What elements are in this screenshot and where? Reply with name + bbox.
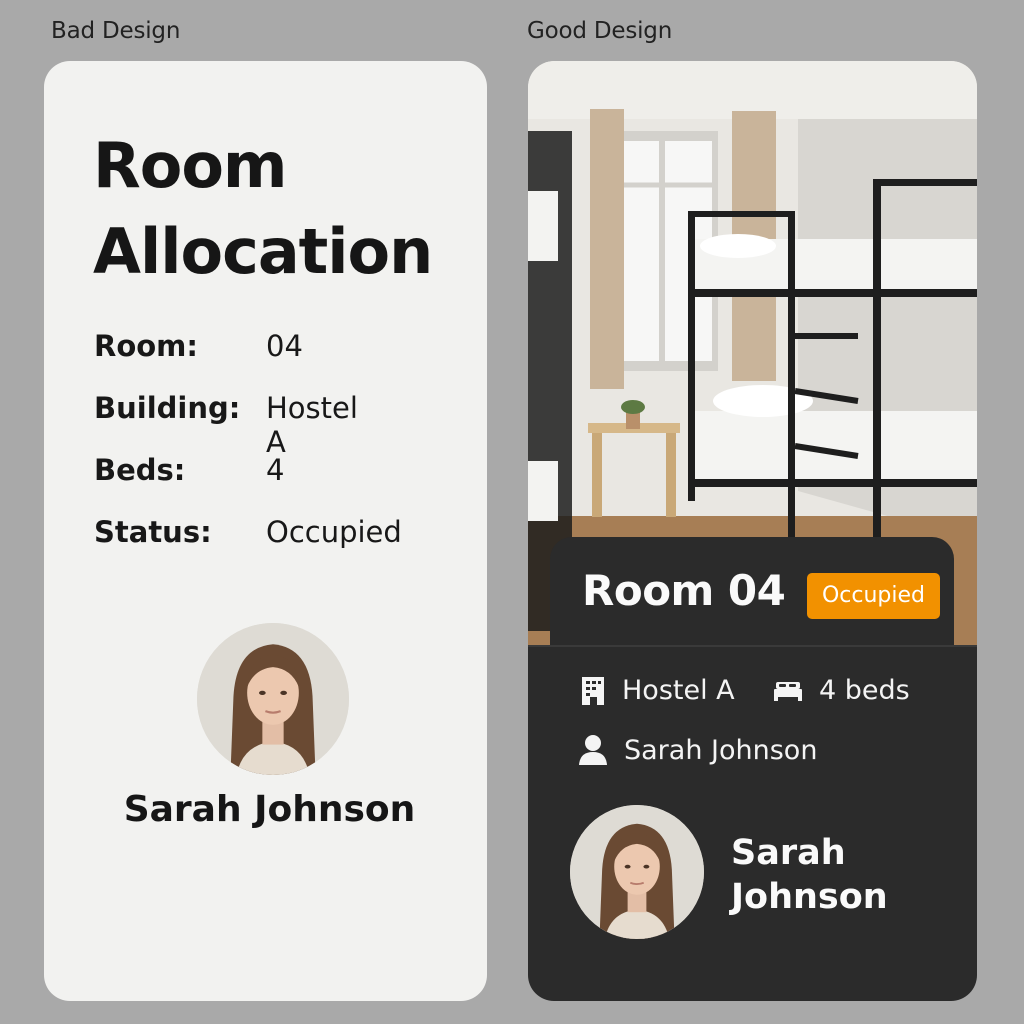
divider bbox=[528, 645, 977, 647]
detail-key: Status: bbox=[94, 515, 212, 549]
detail-key: Building: bbox=[94, 391, 241, 425]
avatar bbox=[570, 805, 704, 939]
detail-value: Occupied bbox=[266, 515, 402, 549]
good-design-label: Good Design bbox=[527, 18, 673, 44]
occupant-name-inline: Sarah Johnson bbox=[624, 734, 818, 766]
building-info: Hostel A bbox=[580, 675, 735, 706]
portrait-image bbox=[197, 623, 349, 775]
title-line-2: Allocation bbox=[93, 215, 433, 288]
detail-key: Beds: bbox=[94, 453, 186, 487]
beds-count: 4 beds bbox=[819, 675, 910, 706]
bed-icon bbox=[773, 680, 803, 702]
occupant-info: Sarah Johnson bbox=[578, 734, 817, 766]
beds-info: 4 beds bbox=[773, 675, 910, 706]
building-icon bbox=[580, 676, 606, 706]
page-title: Room Allocation bbox=[93, 123, 433, 295]
bad-design-card: Room Allocation Room: 04 Building: Hoste… bbox=[44, 61, 487, 1001]
building-name: Hostel A bbox=[622, 675, 735, 706]
portrait-image bbox=[570, 805, 704, 939]
status-badge: Occupied bbox=[807, 573, 940, 619]
detail-value: 04 bbox=[266, 329, 303, 363]
comparison-stage: Bad Design Good Design Room Allocation R… bbox=[0, 0, 1024, 1024]
bad-design-label: Bad Design bbox=[51, 18, 181, 44]
name-line-2: Johnson bbox=[731, 877, 888, 917]
occupant-name: Sarah Johnson bbox=[731, 831, 888, 919]
occupant-name: Sarah Johnson bbox=[123, 789, 416, 830]
detail-value: 4 bbox=[266, 453, 285, 487]
user-icon bbox=[578, 734, 608, 766]
title-line-1: Room bbox=[93, 129, 288, 202]
avatar bbox=[197, 623, 349, 775]
detail-value: Hostel A bbox=[266, 391, 358, 459]
detail-key: Room: bbox=[94, 329, 198, 363]
name-line-1: Sarah bbox=[731, 833, 846, 873]
room-title: Room 04 bbox=[582, 566, 786, 615]
good-design-card: Room 04 Occupied Hostel A 4 beds Sarah J… bbox=[528, 61, 977, 1001]
